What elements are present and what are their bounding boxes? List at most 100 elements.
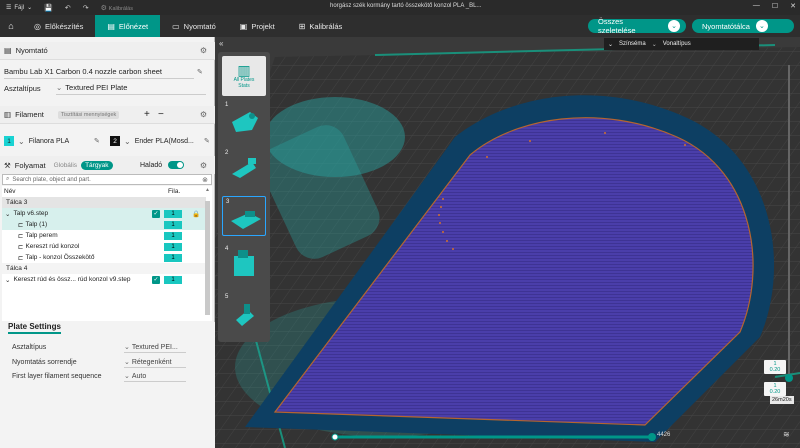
folder-icon: ▣ [239, 21, 248, 31]
plate-group-row[interactable]: Tálca 4 [2, 263, 206, 274]
layer-slider-handle[interactable] [785, 374, 793, 382]
undo-icon[interactable]: ↶ [65, 4, 71, 12]
tab-prepare[interactable]: ◎ Előkészítés [22, 15, 95, 37]
minimize-button[interactable]: — [753, 2, 760, 10]
tab-printer[interactable]: ▭ Nyomtató [160, 15, 228, 37]
plate-thumb-3[interactable]: 3 [222, 196, 266, 236]
plate-group-row[interactable]: Tálca 3 [2, 197, 206, 208]
move-slider-handle[interactable] [648, 433, 656, 441]
gear-icon[interactable]: ⚙ [200, 110, 207, 119]
chevron-down-icon[interactable]: ⌄ [2, 210, 10, 218]
plate-thumb-1[interactable]: 1 [222, 100, 266, 140]
3d-viewport[interactable] [215, 37, 800, 448]
bed-type-select[interactable]: ⌄ Textured PEI Plate [56, 81, 206, 95]
tree-row-label: Kereszt rúd konzol [25, 243, 80, 250]
gear-icon[interactable]: ⚙ [200, 46, 207, 55]
advanced-switch[interactable] [168, 161, 184, 169]
filament-badge[interactable]: 1 [164, 242, 182, 251]
clear-icon[interactable]: ⊗ [202, 176, 208, 184]
tab-project[interactable]: ▣ Projekt [228, 15, 287, 37]
layers-settings-icon[interactable]: ≋ [783, 430, 790, 439]
objects-toggle[interactable]: Tárgyak [81, 160, 113, 170]
table-row[interactable]: ⊏ Kereszt rúd konzol 1 [2, 241, 206, 252]
edit-icon[interactable]: ✎ [197, 68, 203, 76]
home-button[interactable]: ⌂ [0, 15, 22, 37]
filament-1-color[interactable]: 1 [4, 136, 14, 146]
filament-badge[interactable]: 1 [164, 231, 182, 240]
maximize-button[interactable]: ☐ [772, 2, 778, 10]
table-row[interactable]: ⌄ Kereszt rúd és össz... rúd konzol v9.s… [2, 274, 206, 285]
table-row[interactable]: ⌄ Talp v6.step ✓ 1 🔒 [2, 208, 206, 219]
printer-section-header: ▤ Nyomtató ⚙ [0, 42, 215, 60]
chevron-down-icon[interactable]: ⌄ [755, 20, 768, 32]
save-icon[interactable]: 💾 [44, 4, 53, 12]
move-slider-start[interactable] [331, 433, 339, 441]
part-preview-icon [236, 304, 254, 326]
table-row[interactable]: ⊏ Talp (1) 1 [2, 219, 206, 230]
print-plate-label: Nyomtatótálca [702, 21, 750, 31]
color-scheme-value: Vonaltípus [662, 41, 691, 47]
tab-preview[interactable]: ▤ Előnézet [95, 15, 161, 37]
redo-icon[interactable]: ↷ [83, 4, 89, 12]
filament-slot-2[interactable]: 2 ⌄ Ender PLA(Mosd... [110, 135, 214, 147]
close-button[interactable]: ✕ [790, 2, 796, 10]
lock-icon[interactable]: 🔒 [192, 210, 200, 218]
first-layer-seq-select[interactable]: ⌄ Auto [124, 371, 186, 382]
all-plates-stats-button[interactable]: ▥ All Plates Stats [222, 56, 266, 96]
table-row[interactable]: ⊏ Talp - konzol Összekötő 1 [2, 252, 206, 263]
collapse-sidebar-icon[interactable]: « [219, 39, 223, 48]
plate-number: 4 [225, 246, 229, 252]
printer-select[interactable]: Bambu Lab X1 Carbon 0.4 nozzle carbon sh… [4, 65, 194, 79]
filament-1-name: Filanora PLA [28, 137, 70, 145]
object-tree: Név Fila. Tálca 3 ⌄ Talp v6.step ✓ 1 🔒 ⊏… [2, 186, 212, 321]
plate-thumb-4[interactable]: 4 [222, 244, 266, 284]
printer-icon: ▤ [4, 46, 12, 55]
filament-slot-1[interactable]: 1 ⌄ Filanora PLA ✎ [4, 135, 104, 147]
plate-settings-panel: Plate Settings Asztaltípus ⌄ Textured PE… [0, 322, 215, 448]
plate-thumb-5[interactable]: 5 [222, 292, 266, 332]
chevron-down-icon: ⌄ [124, 136, 131, 146]
gear-icon[interactable]: ⚙ [200, 161, 207, 170]
layer-top-height: 0.20 [769, 367, 781, 373]
object-search-input[interactable]: ⌕ Search plate, object and part. ⊗ [2, 174, 212, 185]
plate-thumb-2[interactable]: 2 [222, 148, 266, 188]
bed-type-label: Asztaltípus [4, 81, 54, 95]
plus-icon[interactable]: + [144, 109, 150, 120]
plate-number: 5 [225, 294, 229, 300]
print-sequence-select[interactable]: ⌄ Rétegenként [124, 357, 186, 368]
stats-icon: ▥ [237, 62, 251, 78]
slice-all-button[interactable]: Összes szeletelése ⌄ [588, 17, 686, 35]
filament-badge[interactable]: 1 [164, 220, 182, 229]
checkbox-icon[interactable]: ✓ [152, 275, 160, 284]
plate-bed-type-select[interactable]: ⌄ Textured PEI... [124, 342, 186, 353]
tree-row-label: Talp - konzol Összekötő [25, 254, 95, 261]
flush-volumes-button[interactable]: Tisztítási mennyiségek [57, 110, 120, 119]
print-plate-button[interactable]: Nyomtatótálca ⌄ [692, 19, 794, 33]
chevron-down-icon[interactable]: ⌄ [668, 20, 680, 32]
chevron-down-icon: ⌄ [608, 41, 614, 48]
chevron-down-icon: ⌄ [651, 41, 657, 48]
filament-badge[interactable]: 1 [164, 275, 182, 284]
tree-header: Név Fila. [2, 186, 206, 197]
bed-type-label-text: Asztaltípus [4, 83, 41, 93]
filament-2-color[interactable]: 2 [110, 136, 120, 146]
filament-badge[interactable]: 1 [164, 209, 182, 218]
checkbox-icon[interactable]: ✓ [152, 209, 160, 218]
chevron-down-icon[interactable]: ⌄ [2, 276, 10, 284]
table-row[interactable]: ⊏ Talp perem 1 [2, 230, 206, 241]
scroll-up-icon[interactable]: ▲ [205, 187, 210, 199]
minus-icon[interactable]: − [158, 109, 164, 120]
part-preview-icon [231, 211, 261, 229]
edit-icon[interactable]: ✎ [94, 137, 100, 145]
part-preview-icon [232, 112, 258, 132]
global-toggle[interactable]: Globális [50, 161, 81, 170]
print-sequence-value: Rétegenként [131, 358, 172, 366]
edit-icon[interactable]: ✎ [204, 137, 210, 145]
calibrate-icon[interactable]: ⚙ Kalibrálás [101, 4, 133, 12]
file-menu[interactable]: ☰ Fájl ⌄ [0, 4, 38, 12]
filament-badge[interactable]: 1 [164, 253, 182, 262]
color-scheme-select[interactable]: ⌄ Színséma ⌄ Vonaltípus [604, 38, 759, 50]
tab-calibration[interactable]: ⊞ Kalibrálás [287, 15, 355, 37]
plate-thumbnails: ▥ All Plates Stats 1 2 3 4 5 [218, 52, 270, 342]
tree-scrollbar[interactable] [205, 201, 210, 315]
